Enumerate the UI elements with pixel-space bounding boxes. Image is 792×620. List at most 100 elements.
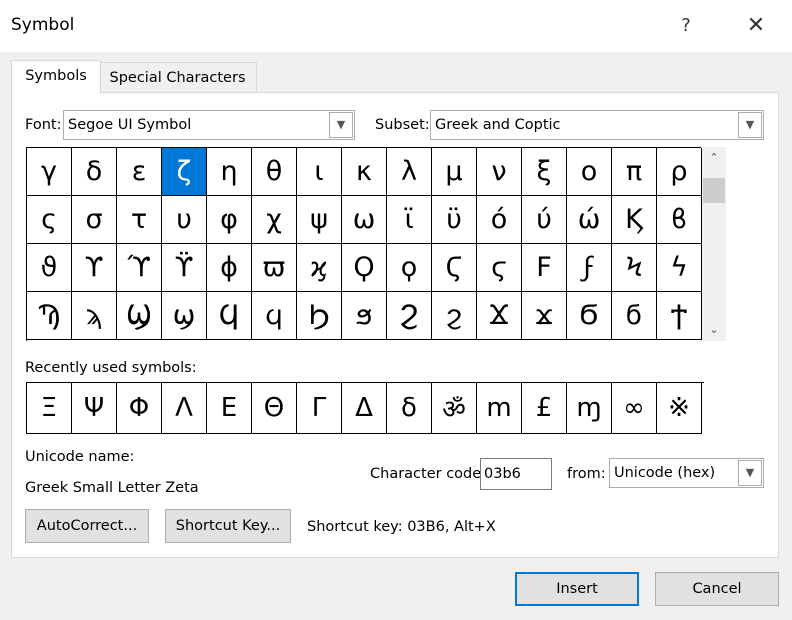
from-label: from: xyxy=(567,466,606,482)
symbol-cell[interactable]: ρ xyxy=(657,148,702,196)
symbol-cell[interactable]: λ xyxy=(387,148,432,196)
subset-select[interactable]: Greek and Coptic ▼ xyxy=(430,110,764,140)
symbol-cell[interactable]: ϛ xyxy=(477,244,522,292)
symbol-cell[interactable]: δ xyxy=(72,148,117,196)
symbol-cell[interactable]: ϓ xyxy=(117,244,162,292)
symbol-cell[interactable]: Ϛ xyxy=(432,244,477,292)
symbol-cell[interactable]: ϕ xyxy=(207,244,252,292)
symbol-cell[interactable]: ω xyxy=(342,196,387,244)
symbol-cell[interactable]: Ϡ xyxy=(27,292,72,340)
recent-symbol-cell[interactable]: Φ xyxy=(117,383,162,434)
recent-symbol-cell[interactable]: m xyxy=(477,383,522,434)
recent-symbol-cell[interactable]: Θ xyxy=(252,383,297,434)
symbol-cell[interactable]: ϫ xyxy=(522,292,567,340)
recent-symbol-cell[interactable]: Δ xyxy=(342,383,387,434)
symbol-cell[interactable]: ξ xyxy=(522,148,567,196)
symbol-cell[interactable]: ζ xyxy=(162,148,207,196)
symbol-cell[interactable]: ό xyxy=(477,196,522,244)
chevron-down-icon[interactable]: ▼ xyxy=(738,460,762,486)
symbol-cell[interactable]: γ xyxy=(27,148,72,196)
symbol-cell[interactable]: μ xyxy=(432,148,477,196)
recent-symbol-cell[interactable]: Λ xyxy=(162,383,207,434)
symbol-cell[interactable]: ι xyxy=(297,148,342,196)
tab-special-characters-label: Special Characters xyxy=(109,70,246,86)
symbol-cell[interactable]: υ xyxy=(162,196,207,244)
scroll-down-icon[interactable]: ⌄ xyxy=(702,319,726,341)
symbol-cell[interactable]: ϋ xyxy=(432,196,477,244)
symbol-cell[interactable]: ε xyxy=(117,148,162,196)
symbol-cell[interactable]: η xyxy=(207,148,252,196)
grid-scrollbar[interactable]: ⌃ ⌄ xyxy=(702,147,726,341)
symbol-cell[interactable]: ϗ xyxy=(297,244,342,292)
chevron-down-icon[interactable]: ▼ xyxy=(329,112,353,138)
recent-symbol-cell[interactable]: Γ xyxy=(297,383,342,434)
recent-symbol-cell[interactable]: ∞ xyxy=(612,383,657,434)
symbol-cell[interactable]: ϩ xyxy=(432,292,477,340)
symbol-cell[interactable]: ψ xyxy=(297,196,342,244)
help-button[interactable]: ? xyxy=(670,8,702,44)
recent-symbol-cell[interactable]: Ξ xyxy=(27,383,72,434)
symbol-cell[interactable]: ν xyxy=(477,148,522,196)
symbol-cell[interactable]: ϖ xyxy=(252,244,297,292)
symbol-cell[interactable]: φ xyxy=(207,196,252,244)
symbol-cell[interactable]: ς xyxy=(27,196,72,244)
window-title: Symbol xyxy=(11,15,75,35)
recent-symbol-cell[interactable]: ɱ xyxy=(567,383,612,434)
symbol-cell[interactable]: κ xyxy=(342,148,387,196)
close-button[interactable]: ✕ xyxy=(738,8,774,44)
from-select[interactable]: Unicode (hex) ▼ xyxy=(609,458,764,488)
recent-symbol-cell[interactable]: £ xyxy=(522,383,567,434)
scroll-thumb[interactable] xyxy=(703,178,725,203)
symbol-cell[interactable]: Ϙ xyxy=(342,244,387,292)
symbol-grid: γδεζηθικλμνξοπρ ςστυφχψωϊϋόύώϏϐ ϑϒϓϔϕϖϗϘϙϚ… xyxy=(26,147,702,341)
symbol-cell[interactable]: ϔ xyxy=(162,244,207,292)
tab-symbols[interactable]: Symbols xyxy=(11,60,101,94)
symbol-cell[interactable]: ϡ xyxy=(72,292,117,340)
recent-symbol-cell[interactable]: Ψ xyxy=(72,383,117,434)
symbol-cell[interactable]: ο xyxy=(567,148,612,196)
cancel-button[interactable]: Cancel xyxy=(655,572,779,606)
insert-button[interactable]: Insert xyxy=(515,572,639,606)
symbol-cell[interactable]: θ xyxy=(252,148,297,196)
symbol-cell[interactable]: Ϫ xyxy=(477,292,522,340)
shortcut-key-button[interactable]: Shortcut Key... xyxy=(165,509,291,543)
symbol-cell[interactable]: ϐ xyxy=(657,196,702,244)
symbol-cell[interactable]: ϑ xyxy=(27,244,72,292)
tab-special-characters[interactable]: Special Characters xyxy=(98,62,257,93)
symbol-cell[interactable]: ϣ xyxy=(162,292,207,340)
recent-symbol-cell[interactable]: Ε xyxy=(207,383,252,434)
symbol-cell[interactable]: σ xyxy=(72,196,117,244)
recent-symbol-cell[interactable]: δ xyxy=(387,383,432,434)
chevron-down-icon[interactable]: ▼ xyxy=(738,112,762,138)
symbol-cell[interactable]: Ϟ xyxy=(612,244,657,292)
symbol-cell[interactable]: ϟ xyxy=(657,244,702,292)
symbol-cell[interactable]: Ϭ xyxy=(567,292,612,340)
symbol-cell[interactable]: Ϝ xyxy=(522,244,567,292)
symbol-cell[interactable]: ϊ xyxy=(387,196,432,244)
shortcut-key-text: Shortcut key: 03B6, Alt+X xyxy=(307,519,496,535)
symbol-cell[interactable]: Ϥ xyxy=(207,292,252,340)
symbol-cell[interactable]: ϥ xyxy=(252,292,297,340)
symbol-cell[interactable]: Ϗ xyxy=(612,196,657,244)
symbol-cell[interactable]: ϒ xyxy=(72,244,117,292)
symbol-cell[interactable]: ϭ xyxy=(612,292,657,340)
font-select[interactable]: Segoe UI Symbol ▼ xyxy=(63,110,355,140)
symbol-cell[interactable]: ϝ xyxy=(567,244,612,292)
symbol-cell[interactable]: Ϯ xyxy=(657,292,702,340)
symbol-cell[interactable]: ώ xyxy=(567,196,612,244)
symbol-cell[interactable]: ϧ xyxy=(342,292,387,340)
symbol-cell[interactable]: Ϣ xyxy=(117,292,162,340)
scroll-up-icon[interactable]: ⌃ xyxy=(702,147,726,169)
symbol-cell[interactable]: ύ xyxy=(522,196,567,244)
autocorrect-button[interactable]: AutoCorrect... xyxy=(25,509,149,543)
symbol-cell[interactable]: π xyxy=(612,148,657,196)
symbol-cell[interactable]: Ϧ xyxy=(297,292,342,340)
recent-symbol-cell[interactable]: ※ xyxy=(657,383,702,434)
symbol-cell[interactable]: Ϩ xyxy=(387,292,432,340)
recent-symbols-label: Recently used symbols: xyxy=(25,360,197,376)
recent-symbol-cell[interactable]: ॐ xyxy=(432,383,477,434)
symbol-cell[interactable]: χ xyxy=(252,196,297,244)
symbol-cell[interactable]: τ xyxy=(117,196,162,244)
character-code-input[interactable]: 03b6 xyxy=(480,458,552,490)
symbol-cell[interactable]: ϙ xyxy=(387,244,432,292)
